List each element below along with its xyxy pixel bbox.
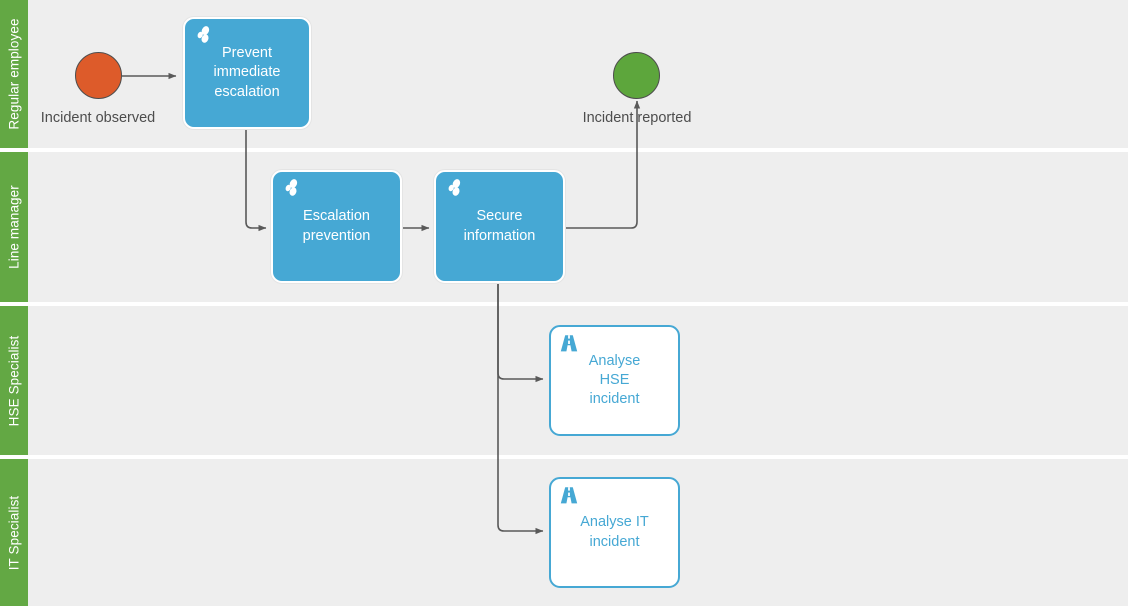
manual-task-icon — [280, 178, 302, 200]
task-label-escalation-prevention: Escalation prevention — [302, 208, 371, 244]
lane-header-it-specialist: IT Specialist — [0, 459, 28, 606]
task-secure-information[interactable]: Secure information — [434, 170, 565, 283]
task-label-analyse-it-incident: Analyse IT incident — [580, 514, 649, 550]
task-label-secure-information: Secure information — [463, 208, 536, 244]
start-event-incident-observed[interactable] — [75, 52, 122, 99]
task-prevent-immediate-escalation[interactable]: Prevent immediate escalation — [183, 17, 311, 129]
lane-body-line-manager — [28, 152, 1128, 302]
diagram-canvas: Regular employee Line manager HSE Specia… — [0, 0, 1140, 606]
lane-label-it-specialist: IT Specialist — [6, 495, 22, 570]
manual-task-icon — [192, 25, 214, 47]
manual-task-icon — [443, 178, 465, 200]
lane-label-hse-specialist: HSE Specialist — [6, 335, 22, 426]
task-analyse-it-incident[interactable]: Analyse IT incident — [549, 477, 680, 588]
start-event-label-incident-observed: Incident observed — [40, 110, 156, 126]
call-activity-road-icon — [558, 333, 580, 355]
end-event-label-incident-reported: Incident reported — [582, 110, 692, 126]
end-event-incident-reported[interactable] — [613, 52, 660, 99]
task-label-prevent-immediate-escalation: Prevent immediate escalation — [213, 45, 281, 100]
task-escalation-prevention[interactable]: Escalation prevention — [271, 170, 402, 283]
lane-header-hse-specialist: HSE Specialist — [0, 306, 28, 455]
lane-header-line-manager: Line manager — [0, 152, 28, 302]
vertical-scrollbar[interactable] — [1128, 0, 1140, 606]
task-analyse-hse-incident[interactable]: Analyse HSE incident — [549, 325, 680, 436]
call-activity-road-icon — [558, 485, 580, 507]
lane-label-line-manager: Line manager — [6, 185, 22, 269]
task-label-analyse-hse-incident: Analyse HSE incident — [588, 352, 641, 408]
